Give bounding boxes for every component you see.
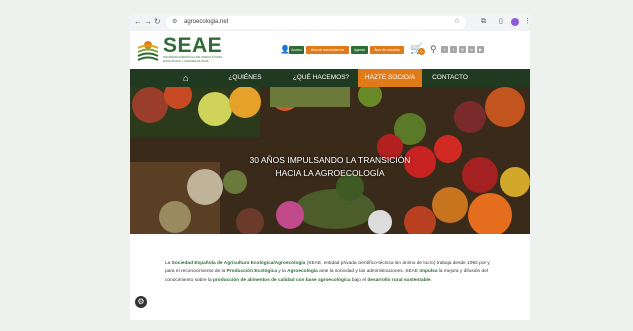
- facebook-icon[interactable]: f: [441, 46, 448, 53]
- nav-hazte-socio[interactable]: HAZTE SOCIO/A: [358, 69, 422, 87]
- reload-icon[interactable]: ↻: [154, 17, 161, 27]
- seae-logo-icon[interactable]: [137, 39, 159, 61]
- menu-kebab-icon[interactable]: ⋮: [524, 17, 531, 27]
- profile-avatar[interactable]: [511, 18, 519, 26]
- intro-bold: desarrollo rural sustentable: [367, 277, 431, 283]
- nav-contacto[interactable]: CONTACTO: [426, 69, 474, 87]
- intro-text: y la: [277, 269, 288, 275]
- instagram-icon[interactable]: ◎: [459, 46, 466, 53]
- intro-text: La: [165, 261, 172, 266]
- cart-count-badge: 0: [418, 48, 425, 55]
- nav-quienes-somos[interactable]: ¿QUIÉNES SOMOS?: [214, 69, 276, 99]
- twitter-icon[interactable]: t: [450, 46, 457, 53]
- url-text: agroecologia.net: [184, 19, 229, 25]
- hero-banner: 30 AÑOS IMPULSANDO LA TRANSICIÓN HACIA L…: [130, 87, 530, 234]
- home-icon[interactable]: ⌂: [183, 69, 188, 87]
- search-icon[interactable]: ⚲: [430, 44, 437, 55]
- sidebar-icon[interactable]: ▯: [499, 17, 503, 27]
- intro-text: bajo el: [350, 277, 368, 283]
- extensions-icon[interactable]: ⧉: [481, 17, 486, 27]
- intro-paragraph: La Sociedad Española de Agricultura Ecol…: [165, 260, 495, 285]
- bookmark-star-icon[interactable]: ☆: [454, 17, 460, 27]
- hero-title-line1: 30 AÑOS IMPULSANDO LA TRANSICIÓN: [249, 155, 411, 165]
- intro-bold: Agroecología: [287, 269, 318, 275]
- logo-text[interactable]: SEAE: [163, 35, 222, 57]
- intro-bold: Producción Ecológica: [226, 269, 277, 275]
- youtube-icon[interactable]: ▶: [477, 46, 484, 53]
- linkedin-icon[interactable]: in: [468, 46, 475, 53]
- intro-bold: Sociedad Española de Agricultura Ecológi…: [171, 261, 306, 266]
- intro-bold: impulsa: [419, 269, 438, 275]
- intro-text: ante la sociedad y las administraciones.…: [317, 269, 420, 275]
- back-arrow-icon[interactable]: ←: [134, 17, 142, 27]
- nav-que-hacemos[interactable]: ¿QUÉ HACEMOS?: [290, 69, 352, 87]
- main-nav: ⌂ ¿QUIÉNES SOMOS? ¿QUÉ HACEMOS? HAZTE SO…: [130, 69, 530, 99]
- marketing-area-button[interactable]: Área de mercadotecnia: [306, 46, 349, 54]
- agenda-button[interactable]: Agenda: [351, 46, 368, 54]
- cookie-settings-gear-icon[interactable]: ⚙: [135, 296, 147, 308]
- browser-toolbar: ← → ↻ ⚙ agroecologia.net ☆ ⧉ ▯ ⋮: [130, 14, 531, 31]
- site-info-icon[interactable]: ⚙: [172, 18, 177, 27]
- access-button[interactable]: Acceso: [289, 46, 304, 54]
- logo-subtitle: SOCIEDAD ESPAÑOLA DE AGRICULTURA ECOLÓGI…: [163, 55, 223, 63]
- web-page: SEAE SOCIEDAD ESPAÑOLA DE AGRICULTURA EC…: [130, 31, 530, 320]
- intro-bold: producción de alimentos de calidad con b…: [213, 277, 351, 283]
- forward-arrow-icon[interactable]: →: [144, 17, 152, 27]
- members-area-button[interactable]: Área de socios/as: [370, 46, 404, 54]
- hero-title-line2: HACIA LA AGROECOLOGÍA: [275, 168, 385, 178]
- address-bar[interactable]: ⚙ agroecologia.net ☆: [166, 16, 466, 29]
- intro-text: .: [430, 277, 432, 283]
